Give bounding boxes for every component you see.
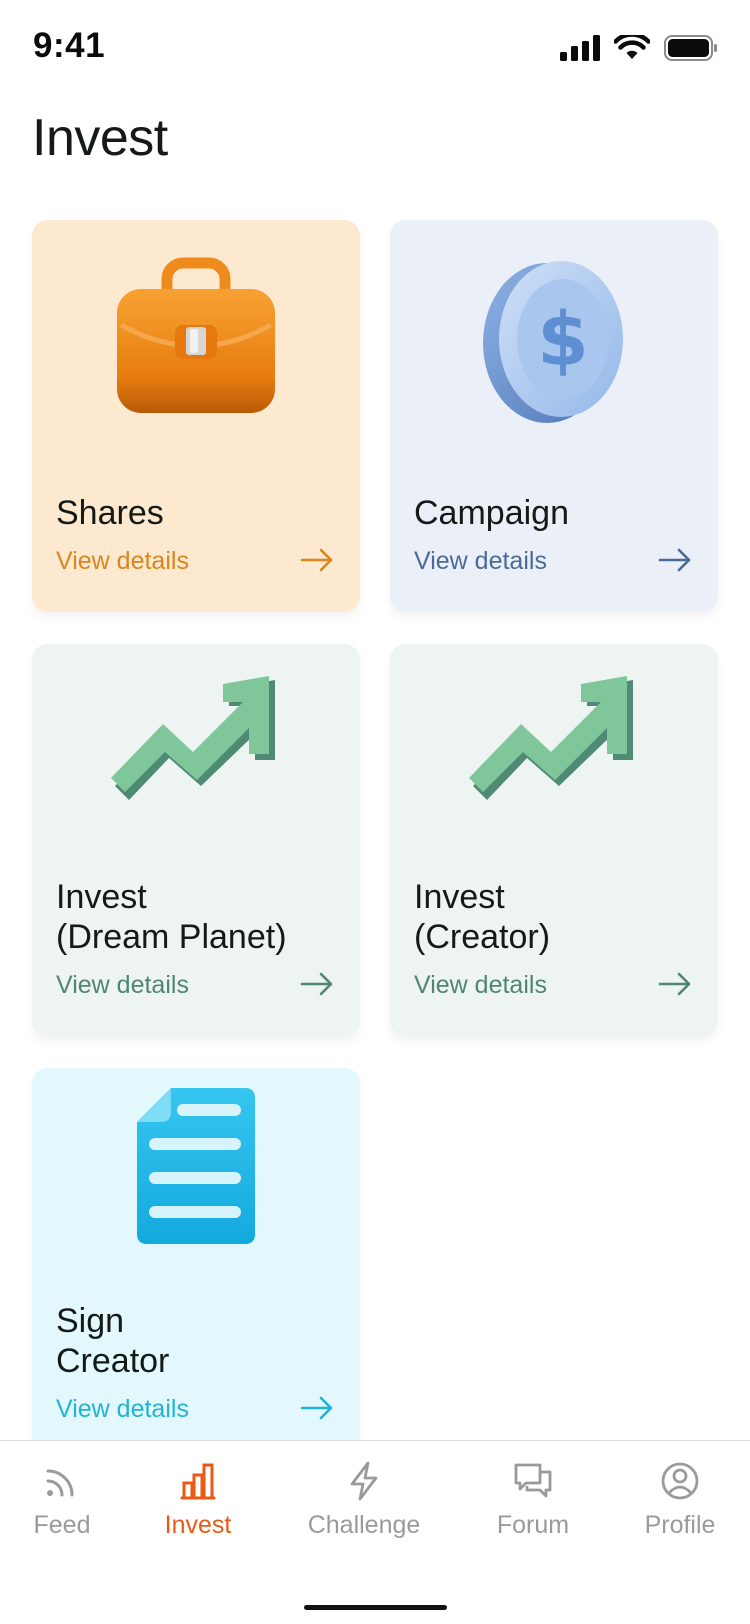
view-details-link[interactable]: View details — [56, 547, 189, 576]
arrow-right-icon[interactable] — [658, 972, 692, 996]
dollar-coin-icon: $ — [390, 220, 718, 460]
invest-creator-card[interactable]: Invest (Creator) View details — [390, 644, 718, 1036]
status-icons — [560, 34, 718, 62]
arrow-right-icon[interactable] — [300, 1396, 334, 1420]
tab-label: Feed — [33, 1511, 91, 1539]
card-title: Invest (Creator) — [414, 878, 551, 956]
tab-profile[interactable]: Profile — [610, 1461, 750, 1551]
view-details-link[interactable]: View details — [56, 971, 189, 1000]
tab-label: Profile — [644, 1511, 716, 1539]
arrow-right-icon[interactable] — [658, 548, 692, 572]
arrow-right-icon[interactable] — [300, 972, 334, 996]
briefcase-icon — [32, 220, 360, 460]
bar-chart-icon — [180, 1463, 216, 1500]
shares-card[interactable]: Shares View details — [32, 220, 360, 612]
tab-label: Forum — [496, 1511, 570, 1539]
card-title: Invest (Dream Planet) — [56, 878, 287, 956]
document-icon — [32, 1068, 360, 1308]
status-time: 9:41 — [33, 26, 106, 65]
view-details-link[interactable]: View details — [414, 547, 547, 576]
tab-challenge[interactable]: Challenge — [294, 1461, 434, 1551]
home-indicator — [304, 1605, 447, 1610]
wifi-icon — [614, 35, 650, 59]
view-details-link[interactable]: View details — [56, 1395, 189, 1424]
svg-text:$: $ — [537, 297, 589, 383]
bottom-tab-bar: Feed Invest Challenge Forum Profile — [0, 1440, 750, 1624]
feed-icon — [46, 1469, 74, 1497]
page-title: Invest — [32, 109, 168, 167]
tab-forum[interactable]: Forum — [463, 1461, 603, 1551]
card-title: Sign Creator — [56, 1302, 170, 1380]
battery-icon — [664, 35, 717, 61]
profile-icon — [661, 1462, 699, 1500]
arrow-right-icon[interactable] — [300, 548, 334, 572]
status-bar: 9:41 — [0, 0, 750, 96]
tab-feed[interactable]: Feed — [0, 1461, 132, 1551]
tab-label: Invest — [164, 1511, 232, 1539]
trending-up-arrow-icon — [32, 644, 360, 884]
tab-invest[interactable]: Invest — [128, 1461, 268, 1551]
lightning-icon — [350, 1461, 378, 1501]
chat-bubbles-icon — [514, 1463, 552, 1498]
tab-label: Challenge — [307, 1511, 421, 1539]
invest-dream-planet-card[interactable]: Invest (Dream Planet) View details — [32, 644, 360, 1036]
card-title: Campaign — [414, 494, 569, 532]
view-details-link[interactable]: View details — [414, 971, 547, 1000]
trending-up-arrow-icon — [390, 644, 718, 884]
sign-creator-card[interactable]: Sign Creator View details — [32, 1068, 360, 1488]
cellular-signal-icon — [560, 35, 600, 61]
card-title: Shares — [56, 494, 164, 532]
campaign-card[interactable]: $ Campaign View details — [390, 220, 718, 612]
